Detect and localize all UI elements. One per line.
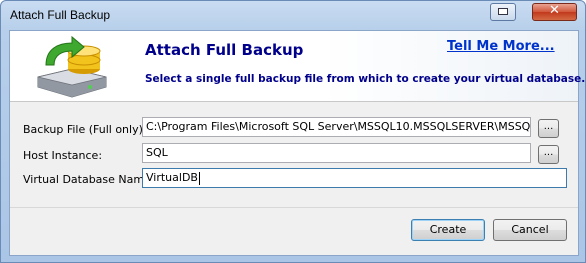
window-title: Attach Full Backup <box>10 8 111 22</box>
dialog-window: Attach Full Backup ✕ Attach Full Backup … <box>0 0 586 263</box>
host-instance-input[interactable]: SQL <box>142 143 531 163</box>
restore-button[interactable] <box>490 3 516 21</box>
dialog-body: Attach Full Backup Tell Me More... Selec… <box>9 30 585 256</box>
create-button[interactable]: Create <box>411 219 485 241</box>
virtual-db-name-value: VirtualDB <box>146 171 198 184</box>
backup-file-browse-button[interactable]: ... <box>538 119 559 138</box>
database-attach-icon <box>37 35 107 98</box>
backup-file-input[interactable]: C:\Program Files\Microsoft SQL Server\MS… <box>142 117 531 137</box>
tell-me-more-link[interactable]: Tell Me More... <box>447 39 555 54</box>
dialog-header: Attach Full Backup Tell Me More... Selec… <box>10 31 585 101</box>
host-instance-label: Host Instance: <box>23 149 103 162</box>
close-button[interactable]: ✕ <box>532 3 577 21</box>
host-instance-browse-button[interactable]: ... <box>538 145 559 164</box>
footer-divider <box>10 207 578 208</box>
restore-icon <box>498 8 508 15</box>
header-divider <box>10 101 578 102</box>
header-subtitle: Select a single full backup file from wh… <box>145 73 586 85</box>
virtual-db-name-input[interactable]: VirtualDB <box>142 168 567 188</box>
backup-file-label: Backup File (Full only): <box>23 123 147 136</box>
close-icon: ✕ <box>549 3 560 18</box>
title-bar[interactable]: Attach Full Backup ✕ <box>1 1 585 31</box>
host-instance-value: SQL <box>146 146 168 159</box>
cancel-button[interactable]: Cancel <box>493 219 567 241</box>
backup-file-value: C:\Program Files\Microsoft SQL Server\MS… <box>146 120 531 133</box>
text-caret <box>198 171 200 185</box>
header-title: Attach Full Backup <box>145 41 304 59</box>
virtual-db-name-label: Virtual Database Name: <box>23 173 155 186</box>
